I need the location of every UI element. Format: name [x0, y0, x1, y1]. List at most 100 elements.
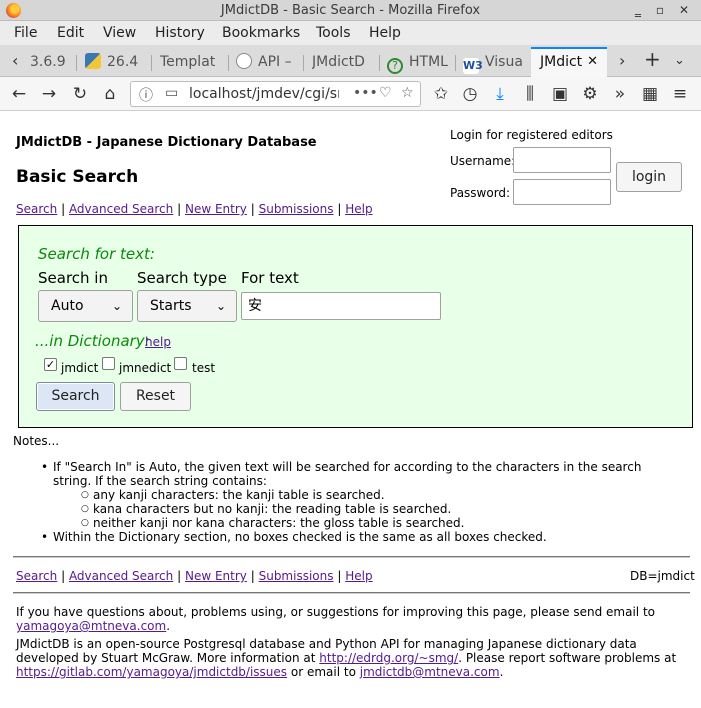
notes-list: If "Search In" is Auto, the given text w… — [41, 460, 681, 544]
info-icon[interactable]: ⓘ — [139, 85, 153, 105]
tabs-scroll-left-icon[interactable]: ‹ — [12, 51, 18, 70]
menu-help[interactable]: Help — [369, 25, 401, 41]
nav-separator: | — [337, 202, 342, 216]
hamburger-menu-icon[interactable]: ≡ — [669, 83, 691, 105]
menu-tools[interactable]: Tools — [316, 25, 351, 41]
nav-new-entry-link[interactable]: New Entry — [185, 569, 247, 583]
top-nav-links: Search | Advanced Search | New Entry | S… — [16, 202, 373, 216]
tab-6[interactable]: ? HTML — [387, 49, 449, 75]
username-field[interactable] — [513, 147, 611, 173]
jmnedict-label: jmnedict — [119, 361, 172, 375]
tab-label: HTML — [409, 54, 448, 70]
chevron-down-icon: ⌄ — [111, 299, 122, 313]
search-type-value: Starts — [150, 298, 192, 314]
tab-5[interactable]: JMdictD — [312, 49, 374, 75]
library-icon[interactable]: ⫼ — [519, 83, 541, 105]
nav-search-link[interactable]: Search — [16, 202, 57, 216]
nav-advanced-search-link[interactable]: Advanced Search — [69, 569, 173, 583]
test-checkbox[interactable] — [174, 357, 187, 370]
overflow-chevrons-icon[interactable]: » — [609, 83, 631, 105]
search-in-value: Auto — [51, 298, 84, 314]
search-button[interactable]: Search — [36, 382, 115, 411]
login-header: Login for registered editors — [450, 128, 613, 142]
nav-advanced-search-link[interactable]: Advanced Search — [69, 202, 173, 216]
tab-separator — [228, 55, 229, 71]
tab-label: JMdictD — [312, 54, 365, 70]
home-icon[interactable]: ⌂ — [99, 83, 121, 105]
menu-view[interactable]: View — [103, 25, 136, 41]
close-window-icon[interactable]: ✕ — [676, 3, 692, 17]
close-tab-icon[interactable]: ✕ — [587, 49, 598, 75]
bookmarks-star-menu-icon[interactable]: ✩ — [430, 83, 452, 105]
search-heading: Search for text: — [38, 245, 155, 263]
python-icon — [85, 53, 101, 69]
tab-separator — [455, 55, 456, 71]
reader-view-icon[interactable]: ▣ — [549, 83, 571, 105]
reload-icon[interactable]: ↻ — [69, 83, 91, 105]
username-label: Username: — [450, 154, 516, 168]
gitlab-issues-link[interactable]: https://gitlab.com/yamagoya/jmdictdb/iss… — [16, 665, 287, 679]
menu-edit[interactable]: Edit — [57, 25, 84, 41]
list-item: If "Search In" is Auto, the given text w… — [41, 460, 681, 530]
address-bar[interactable]: ⓘ ▭ localhost/jmdev/cgi/sr ••• ♡ ☆ — [130, 81, 421, 107]
password-label: Password: — [450, 186, 511, 200]
maximize-icon[interactable]: ▫ — [652, 3, 668, 17]
menu-file[interactable]: File — [14, 25, 37, 41]
site-title: JMdictDB - Japanese Dictionary Database — [16, 135, 317, 150]
edrdg-link[interactable]: http://edrdg.org/~smg/ — [319, 651, 458, 665]
dictionary-help-link[interactable]: help — [145, 335, 171, 349]
test-label: test — [192, 361, 216, 375]
nav-new-entry-link[interactable]: New Entry — [185, 202, 247, 216]
bookmark-star-icon[interactable]: ☆ — [401, 85, 414, 101]
bottom-nav-links: Search | Advanced Search | New Entry | S… — [16, 569, 373, 583]
minimize-icon[interactable]: ‗ — [630, 3, 646, 17]
notes-title: Notes... — [13, 434, 60, 448]
nav-submissions-link[interactable]: Submissions — [259, 202, 334, 216]
list-item: Within the Dictionary section, no boxes … — [41, 530, 681, 544]
new-tab-icon[interactable]: + — [644, 47, 661, 71]
extensions-icon[interactable]: ▦ — [639, 83, 661, 105]
list-tabs-icon[interactable]: ⌄ — [674, 53, 685, 68]
downloads-icon[interactable]: ⤓ — [489, 83, 511, 105]
settings-gear-icon[interactable]: ⚙ — [579, 83, 601, 105]
menu-history[interactable]: History — [155, 25, 205, 41]
forward-icon[interactable]: → — [38, 83, 60, 105]
footer-text: . Please report software problems at — [458, 651, 677, 665]
search-type-select[interactable]: Starts ⌄ — [137, 290, 237, 322]
jmnedict-checkbox[interactable] — [102, 357, 115, 370]
nav-help-link[interactable]: Help — [345, 202, 372, 216]
search-in-select[interactable]: Auto ⌄ — [38, 290, 133, 322]
tab-8-active[interactable]: JMdict ✕ — [531, 47, 607, 77]
page-content: JMdictDB - Japanese Dictionary Database … — [0, 112, 701, 708]
nav-help-link[interactable]: Help — [345, 569, 372, 583]
menu-bookmarks[interactable]: Bookmarks — [222, 25, 300, 41]
password-field[interactable] — [513, 179, 611, 205]
page-icon: ▭ — [165, 85, 179, 101]
reset-button[interactable]: Reset — [120, 382, 191, 411]
notes-sublist: any kanji characters: the kanji table is… — [81, 488, 681, 530]
tab-4[interactable]: API – — [236, 49, 296, 75]
page-actions-icon[interactable]: ••• — [353, 85, 378, 101]
back-icon[interactable]: ← — [8, 83, 30, 105]
tab-2[interactable]: 26.4 — [85, 49, 147, 75]
tab-1[interactable]: 3.6.9 — [30, 49, 74, 75]
nav-separator: | — [337, 569, 342, 583]
pocket-icon[interactable]: ♡ — [379, 85, 392, 101]
jmdict-checkbox[interactable]: ✓ — [44, 358, 57, 371]
db-label: DB=jmdict — [630, 569, 695, 583]
nav-search-link[interactable]: Search — [16, 569, 57, 583]
jmdictdb-email-link[interactable]: jmdictdb@mtneva.com — [360, 665, 500, 679]
tabs-scroll-right-icon[interactable]: › — [619, 51, 625, 70]
nav-separator: | — [250, 202, 255, 216]
login-button[interactable]: login — [616, 162, 682, 192]
tab-3[interactable]: Templat — [160, 49, 222, 75]
history-clock-icon[interactable]: ◷ — [459, 83, 481, 105]
search-text-input[interactable]: 安 — [241, 292, 441, 320]
url-text[interactable]: localhost/jmdev/cgi/sr — [189, 86, 339, 102]
email-link[interactable]: yamagoya@mtneva.com — [16, 619, 166, 633]
nav-submissions-link[interactable]: Submissions — [259, 569, 334, 583]
tab-label: Visua — [485, 54, 523, 70]
footer-contact: If you have questions about, problems us… — [16, 605, 656, 633]
note-text: If "Search In" is Auto, the given text w… — [53, 460, 642, 488]
tab-7[interactable]: W3 Visua — [463, 49, 525, 75]
